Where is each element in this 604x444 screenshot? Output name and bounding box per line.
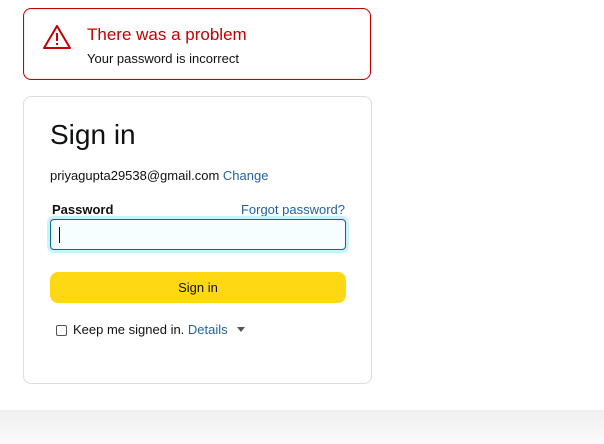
password-label: Password — [52, 202, 114, 217]
email-row: priyagupta29538@gmail.com Change — [50, 167, 268, 184]
text-cursor — [59, 227, 60, 243]
alert-message: Your password is incorrect — [87, 51, 239, 66]
page-title: Sign in — [50, 119, 136, 150]
keep-signed-in-row: Keep me signed in. Details — [56, 321, 245, 338]
error-alert: There was a problem Your password is inc… — [23, 8, 371, 80]
chevron-down-icon[interactable] — [236, 327, 245, 332]
change-email-link[interactable]: Change — [223, 168, 269, 183]
forgot-password-link[interactable]: Forgot password? — [241, 201, 345, 218]
details-link[interactable]: Details — [188, 322, 228, 337]
sign-in-button[interactable]: Sign in — [50, 272, 346, 303]
footer-divider — [0, 410, 604, 444]
email-display: priyagupta29538@gmail.com — [50, 168, 220, 183]
keep-signed-in-checkbox[interactable] — [56, 325, 67, 336]
password-field[interactable] — [50, 219, 346, 250]
alert-title: There was a problem — [87, 25, 247, 44]
warning-triangle-icon — [43, 25, 71, 49]
signin-card: Sign in priyagupta29538@gmail.com Change… — [23, 96, 372, 384]
keep-signed-in-label[interactable]: Keep me signed in. — [73, 322, 184, 337]
